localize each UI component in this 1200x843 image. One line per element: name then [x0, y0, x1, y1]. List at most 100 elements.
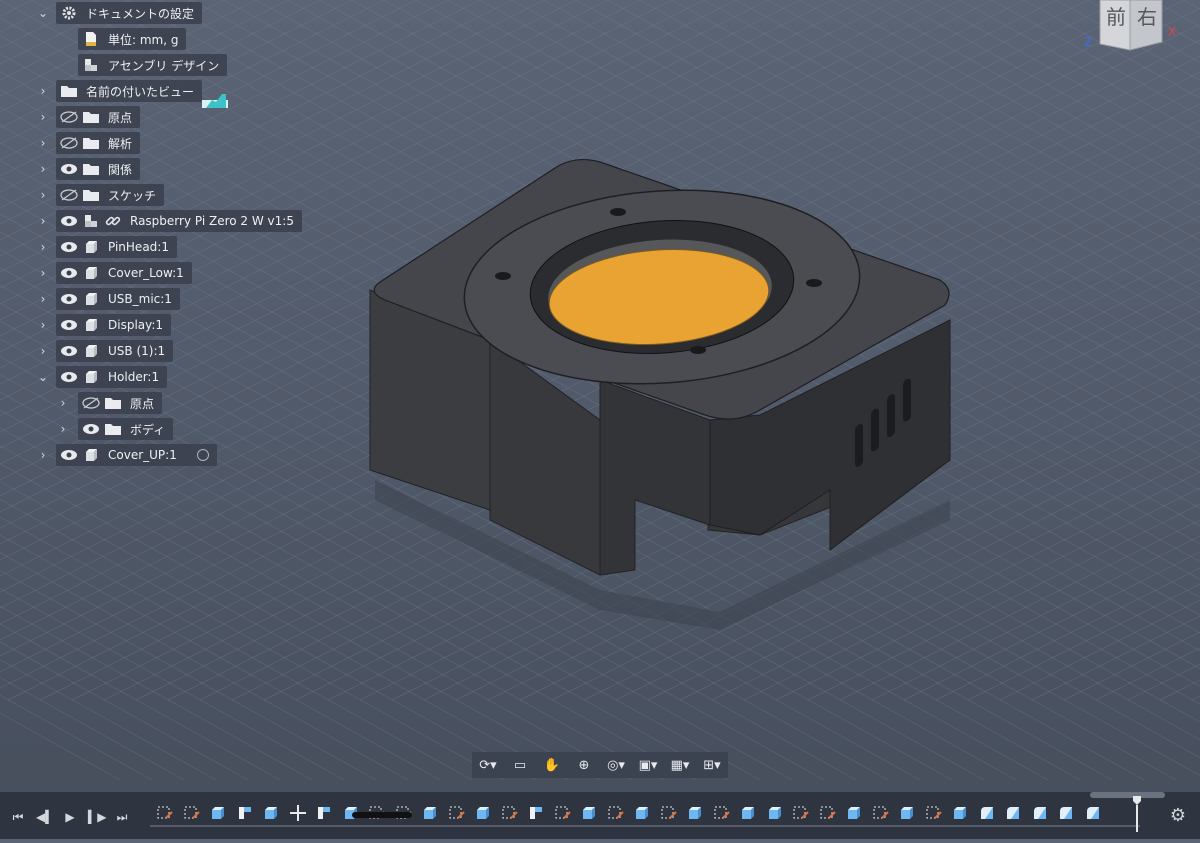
- timeline-feature-box-icon[interactable]: [421, 804, 439, 822]
- browser-node[interactable]: 原点: [78, 392, 163, 414]
- timeline-feature-box-icon[interactable]: [951, 804, 969, 822]
- orbit-icon[interactable]: ⟳▾: [474, 754, 502, 776]
- timeline-feature-box-icon[interactable]: [686, 804, 704, 822]
- timeline-feature-sketch-icon[interactable]: [554, 804, 572, 822]
- browser-node[interactable]: USB_mic:1: [56, 288, 180, 310]
- timeline-feature-box-icon[interactable]: [262, 804, 280, 822]
- eye-visible-icon[interactable]: [60, 368, 78, 386]
- tree-chevron-right-icon[interactable]: ›: [36, 80, 50, 102]
- timeline-feature-sketch-icon[interactable]: [156, 804, 174, 822]
- timeline-feature-sketch-icon[interactable]: [792, 804, 810, 822]
- browser-node[interactable]: Cover_UP:1: [56, 444, 217, 466]
- eye-visible-icon[interactable]: [60, 316, 78, 334]
- timeline-feature-fillet-icon[interactable]: [1057, 804, 1075, 822]
- timeline-feature-sketch-icon[interactable]: [448, 804, 466, 822]
- browser-node[interactable]: 名前の付いたビュー: [56, 80, 203, 102]
- timeline-feature-sketch-icon[interactable]: [819, 804, 837, 822]
- timeline-feature-box-icon[interactable]: [633, 804, 651, 822]
- device-model[interactable]: [369, 158, 951, 576]
- timeline-feature-box-icon[interactable]: [898, 804, 916, 822]
- timeline-feature-fillet-icon[interactable]: [1004, 804, 1022, 822]
- timeline-feature-box-icon[interactable]: [474, 804, 492, 822]
- tree-chevron-right-icon[interactable]: ›: [36, 132, 50, 154]
- tree-chevron-down-icon[interactable]: ⌄: [36, 366, 50, 388]
- look-at-icon[interactable]: ▭: [506, 754, 534, 776]
- tree-chevron-right-icon[interactable]: ›: [36, 314, 50, 336]
- tree-chevron-down-icon[interactable]: ⌄: [36, 2, 50, 24]
- eye-visible-icon[interactable]: [60, 212, 78, 230]
- browser-node[interactable]: アセンブリ デザイン: [78, 54, 228, 76]
- timeline-settings-icon[interactable]: ⚙: [1166, 804, 1190, 828]
- eye-hidden-icon[interactable]: [60, 134, 78, 152]
- browser-node[interactable]: スケッチ: [56, 184, 165, 206]
- eye-visible-icon[interactable]: [60, 342, 78, 360]
- step-back-icon[interactable]: ◀▍: [36, 809, 54, 825]
- eye-hidden-icon[interactable]: [82, 394, 100, 412]
- tree-chevron-right-icon[interactable]: ›: [36, 288, 50, 310]
- browser-node[interactable]: ボディ: [78, 418, 174, 440]
- browser-node[interactable]: Cover_Low:1: [56, 262, 192, 284]
- browser-node[interactable]: Holder:1: [56, 366, 168, 388]
- pan-icon[interactable]: ✋: [538, 754, 566, 776]
- go-to-end-icon[interactable]: ⏭: [114, 809, 130, 825]
- view-cube[interactable]: 前 右 Z X: [1082, 0, 1182, 58]
- eye-hidden-icon[interactable]: [60, 186, 78, 204]
- go-to-start-icon[interactable]: ⏮: [10, 809, 26, 825]
- timeline-feature-box-icon[interactable]: [845, 804, 863, 822]
- canvas-viewport[interactable]: [0, 0, 1200, 839]
- fit-icon[interactable]: ◎▾: [602, 754, 630, 776]
- timeline-feature-sketch-icon[interactable]: [713, 804, 731, 822]
- tree-chevron-right-icon[interactable]: ›: [36, 106, 50, 128]
- timeline-feature-box-icon[interactable]: [580, 804, 598, 822]
- step-forward-icon[interactable]: ▍▶: [88, 809, 106, 825]
- zoom-icon[interactable]: ⊕: [570, 754, 598, 776]
- tree-chevron-right-icon[interactable]: ›: [36, 262, 50, 284]
- tree-chevron-right-icon[interactable]: ›: [36, 158, 50, 180]
- tree-chevron-right-icon[interactable]: ›: [36, 444, 50, 466]
- timeline-feature-joint-icon[interactable]: [315, 804, 333, 822]
- eye-visible-icon[interactable]: [60, 290, 78, 308]
- timeline-range-bar[interactable]: [1090, 792, 1165, 798]
- timeline-marker[interactable]: [1133, 796, 1141, 832]
- tree-chevron-right-icon[interactable]: ›: [36, 184, 50, 206]
- browser-node[interactable]: 単位: mm, g: [78, 28, 187, 50]
- viewports-icon[interactable]: ⊞▾: [698, 754, 726, 776]
- timeline-scrollbar[interactable]: [352, 812, 412, 818]
- browser-node[interactable]: ドキュメントの設定: [56, 2, 203, 24]
- timeline-feature-box-icon[interactable]: [766, 804, 784, 822]
- play-icon[interactable]: ▶: [62, 809, 78, 825]
- tree-chevron-right-icon[interactable]: ›: [36, 236, 50, 258]
- timeline-feature-fillet-icon[interactable]: [1031, 804, 1049, 822]
- timeline-feature-sketch-icon[interactable]: [660, 804, 678, 822]
- browser-node[interactable]: USB (1):1: [56, 340, 174, 362]
- timeline-feature-sketch-icon[interactable]: [607, 804, 625, 822]
- tree-chevron-right-icon[interactable]: ›: [36, 340, 50, 362]
- timeline-feature-sketch-icon[interactable]: [872, 804, 890, 822]
- eye-hidden-icon[interactable]: [60, 108, 78, 126]
- design-canvas[interactable]: [0, 0, 1200, 839]
- eye-visible-icon[interactable]: [60, 264, 78, 282]
- timeline-feature-box-icon[interactable]: [739, 804, 757, 822]
- browser-node[interactable]: 原点: [56, 106, 141, 128]
- timeline-feature-fillet-icon[interactable]: [978, 804, 996, 822]
- eye-visible-icon[interactable]: [60, 446, 78, 464]
- display-settings-icon[interactable]: ▣▾: [634, 754, 662, 776]
- grid-settings-icon[interactable]: ▦▾: [666, 754, 694, 776]
- browser-node[interactable]: Raspberry Pi Zero 2 W v1:5: [56, 210, 302, 232]
- timeline-feature-move-icon[interactable]: [289, 804, 307, 822]
- timeline-feature-sketch-icon[interactable]: [183, 804, 201, 822]
- tree-chevron-right-icon[interactable]: ›: [56, 392, 70, 414]
- eye-visible-icon[interactable]: [60, 160, 78, 178]
- browser-node[interactable]: Display:1: [56, 314, 172, 336]
- browser-node[interactable]: 解析: [56, 132, 141, 154]
- timeline-feature-box-icon[interactable]: [209, 804, 227, 822]
- eye-visible-icon[interactable]: [60, 238, 78, 256]
- timeline-feature-joint-icon[interactable]: [236, 804, 254, 822]
- timeline-feature-joint-icon[interactable]: [527, 804, 545, 822]
- timeline-feature-sketch-icon[interactable]: [501, 804, 519, 822]
- browser-node[interactable]: PinHead:1: [56, 236, 177, 258]
- tree-chevron-right-icon[interactable]: ›: [36, 210, 50, 232]
- activate-radio-icon[interactable]: [196, 449, 209, 461]
- timeline-feature-sketch-icon[interactable]: [925, 804, 943, 822]
- tree-chevron-right-icon[interactable]: ›: [56, 418, 70, 440]
